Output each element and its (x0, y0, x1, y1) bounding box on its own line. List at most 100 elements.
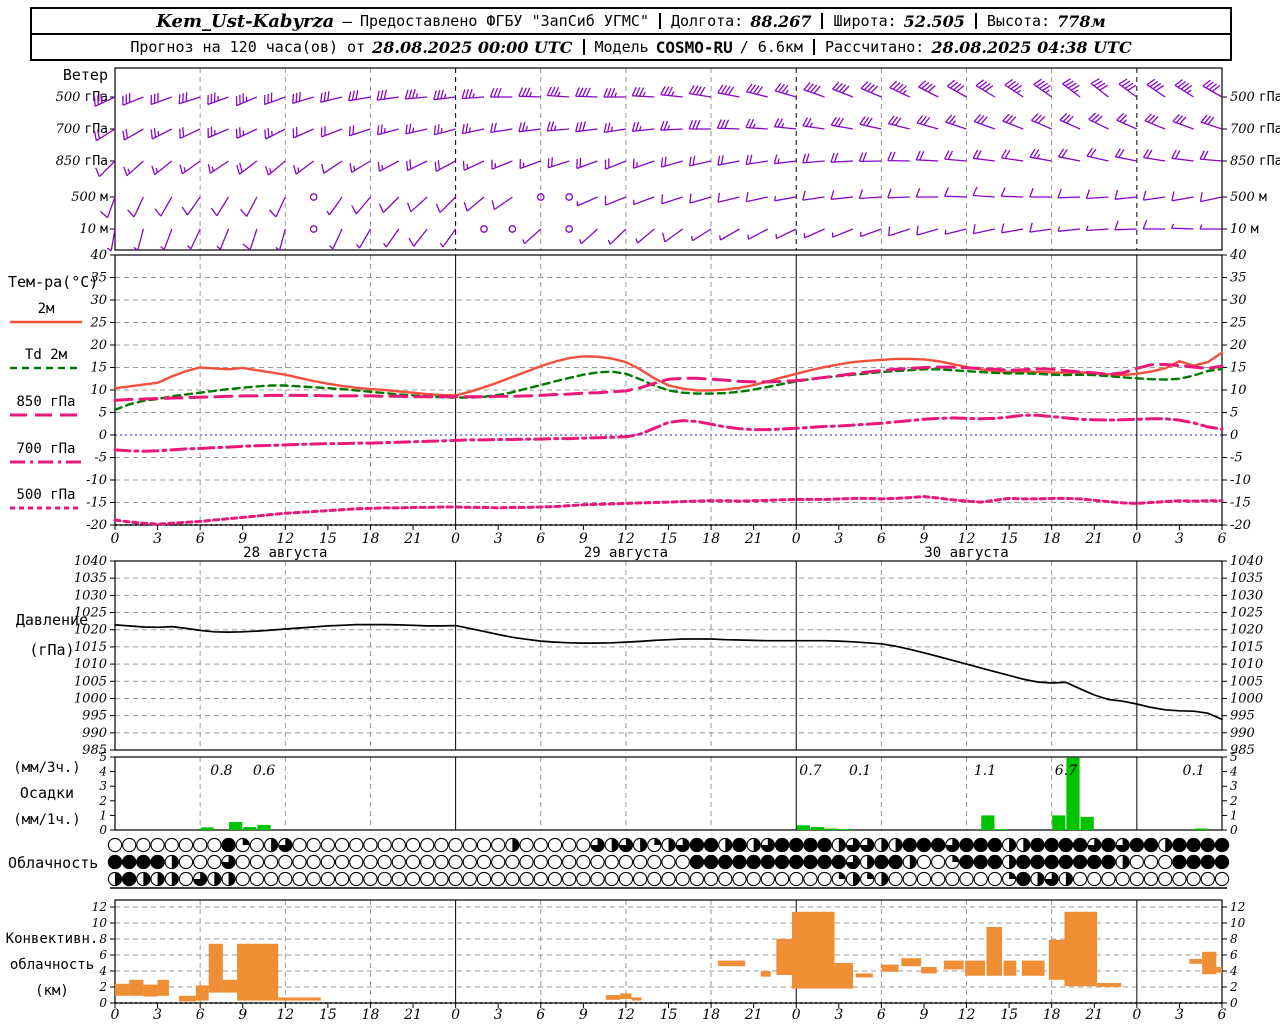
cloud-cover-icon (306, 837, 321, 853)
conv-tick-label: 2 (1229, 980, 1238, 994)
cloud-cover-icon (746, 854, 761, 870)
wind-barb-icon (433, 89, 456, 101)
altitude-value: 778м (1057, 11, 1106, 31)
wind-barb-icon (975, 79, 996, 98)
wind-barb-icon (518, 87, 541, 98)
wind-level-num: 850 (1230, 154, 1259, 169)
hour-label: 21 (744, 531, 763, 547)
cloud-cover-icon (533, 837, 548, 853)
precip-tick-label: 4 (98, 765, 107, 779)
wind-barb-icon (916, 115, 939, 130)
cloud-cover-icon (363, 837, 378, 853)
cloud-cover-icon (789, 837, 804, 853)
cloud-cover-icon (434, 871, 449, 887)
cloud-cover-icon (292, 871, 307, 887)
wind-barb-icon (1142, 219, 1166, 230)
cloud-cover-icon (263, 871, 279, 887)
wind-barb-icon (1114, 190, 1137, 200)
temp-tick-label: -15 (1230, 496, 1251, 511)
cloud-cover-icon (207, 854, 222, 870)
wind-barb-icon (1002, 113, 1024, 130)
bottom-hour-label: 15 (1000, 1007, 1018, 1023)
conv-tick-label: 4 (1229, 964, 1238, 978)
pressure-tick-label: 990 (1230, 726, 1255, 741)
convective-cloud-bar (157, 979, 169, 996)
wind-barb-icon (972, 149, 995, 162)
pressure-tick-label: 1040 (1230, 554, 1263, 569)
cloud-cover-icon (434, 837, 449, 853)
cloud-cover-icon (576, 854, 591, 870)
cloud-cover-icon (235, 871, 250, 887)
cloud-cover-icon (448, 854, 463, 870)
wind-barb-icon (1171, 149, 1194, 162)
wind-barb-icon (632, 196, 655, 206)
cloud-cover-icon (263, 854, 279, 870)
precip-bar (995, 829, 1009, 830)
cloud-cover-icon (334, 871, 350, 887)
wind-barb-icon (774, 83, 797, 98)
cloud-cover-icon (675, 854, 690, 870)
cloud-cover-icon (519, 837, 534, 853)
cloud-cover-wedge (1009, 872, 1016, 879)
cloud-cover-icon (547, 854, 563, 870)
conv-tick-label: 4 (98, 964, 107, 978)
temp-tick-label: 15 (1230, 361, 1247, 376)
cloud-cover-icon (278, 871, 293, 887)
cloud-cover-icon (235, 854, 250, 870)
bottom-hour-label: 0 (1132, 1007, 1141, 1023)
wind-barb-icon (830, 190, 854, 200)
convective-cloud-bar (620, 993, 632, 999)
wind-barb-icon (463, 196, 485, 212)
cloud-cover-icon (462, 837, 477, 853)
cloud-cover-icon (1200, 854, 1215, 870)
cloud-cover-wedge (952, 855, 959, 862)
wind-barb-icon (635, 228, 655, 244)
convective-cloud-bar (943, 960, 964, 970)
altitude-label: Высота: (986, 12, 1051, 30)
wind-barb-icon (326, 196, 343, 216)
wind-barb-icon (1142, 149, 1166, 162)
bottom-hour-label: 3 (1175, 1007, 1184, 1023)
precip-sum-label: 1.1 (974, 763, 996, 779)
station-name: Kem_Ust-Kabyrza (156, 10, 335, 32)
cloud-cover-icon (562, 871, 577, 887)
wind-barb-icon (831, 228, 854, 238)
bottom-hour-label: 3 (494, 1007, 503, 1023)
convective-cloud-bar (1048, 939, 1065, 980)
cloud-cover-icon (1072, 871, 1088, 887)
wind-barb-icon (660, 120, 683, 131)
cloud-cover-icon (448, 837, 463, 853)
cloud-cover-icon (533, 871, 548, 887)
wind-barb-icon (127, 196, 144, 218)
wind-barb-icon (179, 127, 201, 139)
wind-barb-icon (717, 155, 740, 166)
wind-barb-icon (802, 153, 825, 164)
cloud-cover-icon (945, 871, 960, 887)
cloud-cover-icon (1214, 871, 1230, 887)
forecast-label: Прогноз на 120 часа(ов) от (130, 38, 366, 56)
cloud-cover-icon (576, 837, 591, 853)
cloud-cover-icon (505, 871, 520, 887)
wind-barb-icon (1085, 225, 1109, 232)
wind-barb-icon (717, 84, 740, 98)
temp-series-4 (113, 495, 1224, 526)
cloud-cover-icon (434, 854, 449, 870)
wind-barb-icon (802, 117, 825, 130)
conv-tick-label: 8 (99, 932, 107, 946)
wind-barb-icon (383, 228, 400, 248)
legend-item-label: 2м (38, 301, 55, 317)
legend-item-label: Td 2м (25, 347, 68, 363)
pressure-tick-label: 1030 (1230, 588, 1263, 603)
cloud-cover-icon (973, 871, 988, 887)
cloud-cover-icon (916, 871, 932, 887)
calm-wind-icon (480, 225, 488, 233)
bottom-hour-label: 0 (792, 1007, 801, 1023)
bottom-hour-label: 3 (153, 1007, 162, 1023)
pressure-panel-title: Давление (16, 611, 88, 629)
temp-tick-label: -15 (86, 496, 107, 511)
convective-cloud-bar (776, 939, 792, 975)
wind-level-num: 500 (56, 90, 85, 105)
hour-label: 3 (153, 531, 162, 547)
wind-barb-icon (773, 154, 797, 165)
wind-level-label: 500 гПа (1230, 90, 1280, 105)
